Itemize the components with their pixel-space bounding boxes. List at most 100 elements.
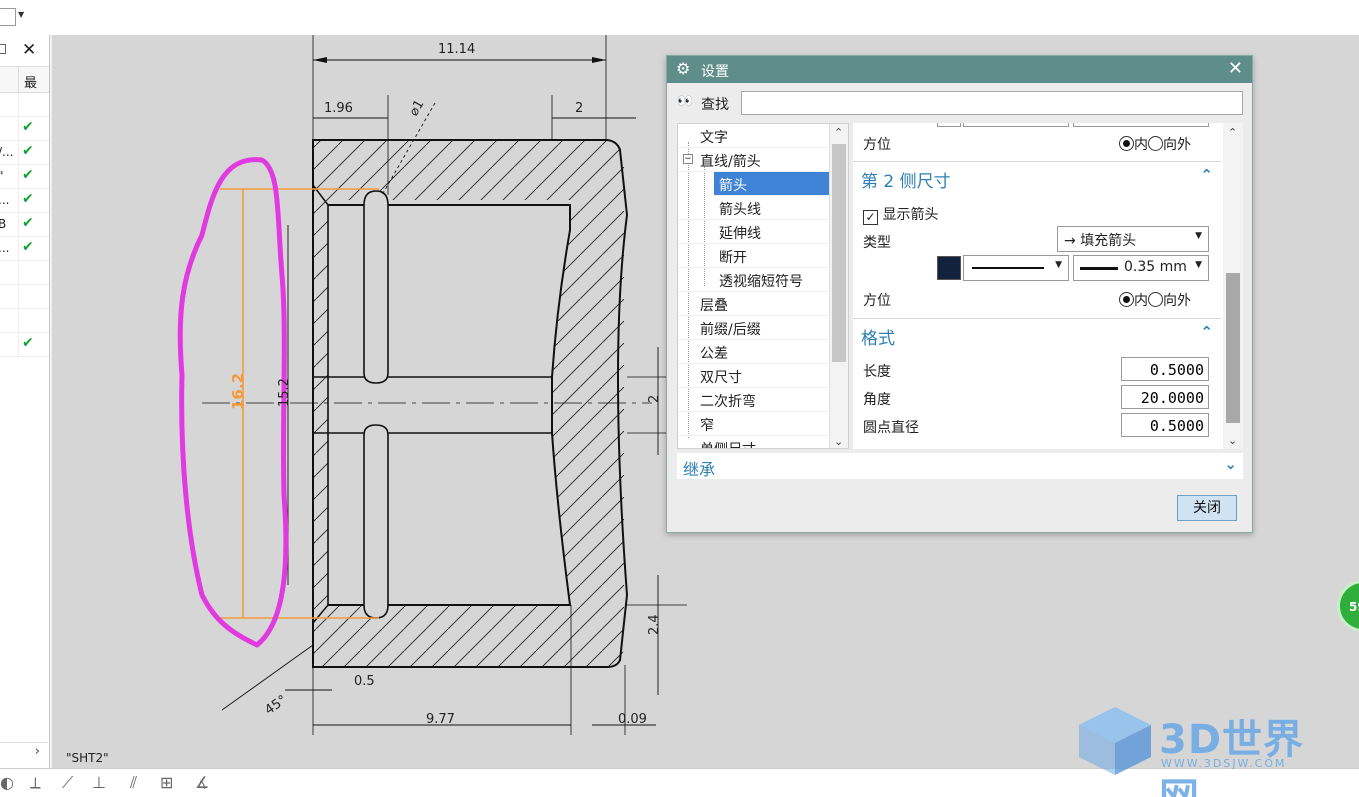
navigator-row[interactable]: B✔ [0,213,49,237]
orientation-label: 方位 [863,293,891,309]
line-width-value: 0.35 mm [1124,259,1187,275]
dialog-titlebar[interactable]: ⚙ 设置 ✕ [667,56,1252,83]
navigator-row[interactable]: ✔ [0,333,49,357]
search-row: 👀 查找 [675,90,1245,116]
navigator-row[interactable] [0,93,49,117]
radio-outer-top[interactable] [1148,136,1163,151]
scroll-up-icon[interactable]: ⌃ [834,126,843,139]
tree-scrollbar[interactable]: ⌃ ⌄ [829,124,848,448]
tree-item[interactable]: 前缀/后缀 [678,316,829,340]
navigator-row[interactable]: "✔ [0,165,49,189]
show-arrow-checkbox[interactable]: ✓ [863,210,878,225]
horizontal-scrollbar[interactable]: › [0,742,48,760]
grid-icon[interactable]: ⊞ [160,773,173,792]
navigator-row[interactable]: ... ✔ [0,189,49,213]
section-format-title: 格式 [861,329,895,349]
section-side2-header[interactable]: 第 2 侧尺寸 ⌃ [853,161,1221,193]
tree-item[interactable]: 窄 [678,412,829,436]
line-style-dropdown[interactable]: ▼ [963,255,1069,281]
close-button[interactable]: 关闭 [1177,495,1237,521]
scroll-up-icon[interactable]: ⌃ [1228,126,1237,139]
properties-scroll-thumb[interactable] [1226,273,1240,423]
snap-tangent-icon[interactable]: ⫽ [130,773,137,793]
snap-intersect-icon[interactable]: ⟋ [62,773,73,793]
filled-arrow-icon: → [1064,233,1076,249]
orientation-radio-group: 内向外 [1119,290,1191,310]
show-arrow-row[interactable]: ✓ 显示箭头 [863,204,938,225]
snap-point-icon[interactable]: ⟂ [30,773,41,793]
check-icon: ✔ [22,239,34,255]
navigator-row[interactable]: /... ✔ [0,141,49,165]
scroll-down-icon[interactable]: ⌄ [1228,434,1237,447]
navigator-row[interactable] [0,309,49,333]
chevron-up-icon[interactable]: ⌃ [1200,323,1213,341]
tree-item[interactable]: 文字 [678,124,829,148]
tree-item[interactable]: 公差 [678,340,829,364]
type-label: 类型 [863,235,891,251]
tree-item[interactable]: 透视缩短符号 [678,268,829,292]
tree-item[interactable]: 层叠 [678,292,829,316]
settings-tree: − 文字 直线/箭头 箭头 箭头线 延伸线 断开 透视缩短符号 层叠 前缀/后缀 公差 双尺寸 二次折… [677,123,849,449]
chevron-down-icon: ▼ [1055,260,1062,270]
toolbar-button[interactable] [0,8,16,26]
navigator-row[interactable]: ... ✔ [0,237,49,261]
arrow-type-value: 填充箭头 [1080,233,1137,249]
check-icon: ✔ [22,143,34,159]
snap-angle-icon[interactable]: ∡ [195,773,209,792]
length-input[interactable] [1121,357,1209,381]
scroll-right-icon[interactable]: › [35,744,40,759]
snap-midpoint-icon[interactable]: ⊥ [92,773,106,792]
dim-0-5: 0.5 [354,674,375,689]
orientation-radio-group-top: 内向外 [1119,134,1191,154]
navigator-row[interactable]: ✔ [0,117,49,141]
section-inherit-title: 继承 [683,460,716,479]
restore-icon[interactable] [0,44,6,54]
tree-item[interactable]: 延伸线 [678,220,829,244]
watermark-text: 3D世界网 [1159,717,1305,797]
tree-item[interactable]: 断开 [678,244,829,268]
radio-inner-top[interactable] [1119,136,1134,151]
orientation-label-top: 方位 [863,137,891,153]
dropdown-arrow-icon[interactable]: ▼ [18,10,24,19]
tree-item[interactable]: 双尺寸 [678,364,829,388]
dim-11-14: 11.14 [438,42,475,57]
select-icon[interactable]: ◐ [0,773,14,792]
navigator-rows: ✔/...✔"✔...✔B✔...✔✔ [0,93,49,357]
partial-dropdown [963,123,1069,127]
line-width-dropdown[interactable]: 0.35 mm ▼ [1073,255,1209,281]
navigator-row[interactable] [0,285,49,309]
tree-item[interactable]: 箭头 [714,172,829,196]
scroll-down-icon[interactable]: ⌄ [834,435,843,448]
tree-item[interactable]: 单侧尺寸 [678,436,829,448]
arrow-type-dropdown[interactable]: → 填充箭头 ▼ [1057,226,1209,252]
chevron-up-icon[interactable]: ⌃ [1200,166,1213,184]
partial-dropdown [1073,123,1209,127]
check-icon: ✔ [22,167,34,183]
dialog-title: 设置 [701,64,729,80]
watermark: 3D世界网 WWW.3DSJW.COM [1075,705,1345,797]
column-header[interactable]: 最 [0,67,49,93]
navigator-row-label: ... [0,241,10,255]
section-format-header[interactable]: 格式 ⌃ [853,318,1221,350]
navigator-row[interactable] [0,261,49,285]
check-icon: ✔ [22,335,34,351]
tree-scroll-thumb[interactable] [832,144,846,362]
tree-item[interactable]: 直线/箭头 [678,148,829,172]
length-label: 长度 [863,364,891,380]
chevron-down-icon[interactable]: ⌄ [1224,455,1237,473]
dim-2-4: 2.4 [647,614,662,635]
properties-scrollbar[interactable]: ⌃ ⌄ [1223,123,1243,449]
color-swatch[interactable] [937,256,961,280]
radio-inner[interactable] [1119,292,1134,307]
dim-15-2: 15.2 [277,378,292,407]
search-input[interactable] [741,91,1243,115]
tree-item[interactable]: 二次折弯 [678,388,829,412]
close-icon[interactable]: ✕ [22,40,36,60]
radio-outer[interactable] [1148,292,1163,307]
dot-diameter-input[interactable] [1121,413,1209,437]
close-icon[interactable]: ✕ [1228,58,1243,79]
section-inherit-header[interactable]: 继承 ⌄ [677,453,1243,479]
tree-item[interactable]: 箭头线 [678,196,829,220]
angle-input[interactable] [1121,385,1209,409]
dim-2-top: 2 [575,101,583,116]
